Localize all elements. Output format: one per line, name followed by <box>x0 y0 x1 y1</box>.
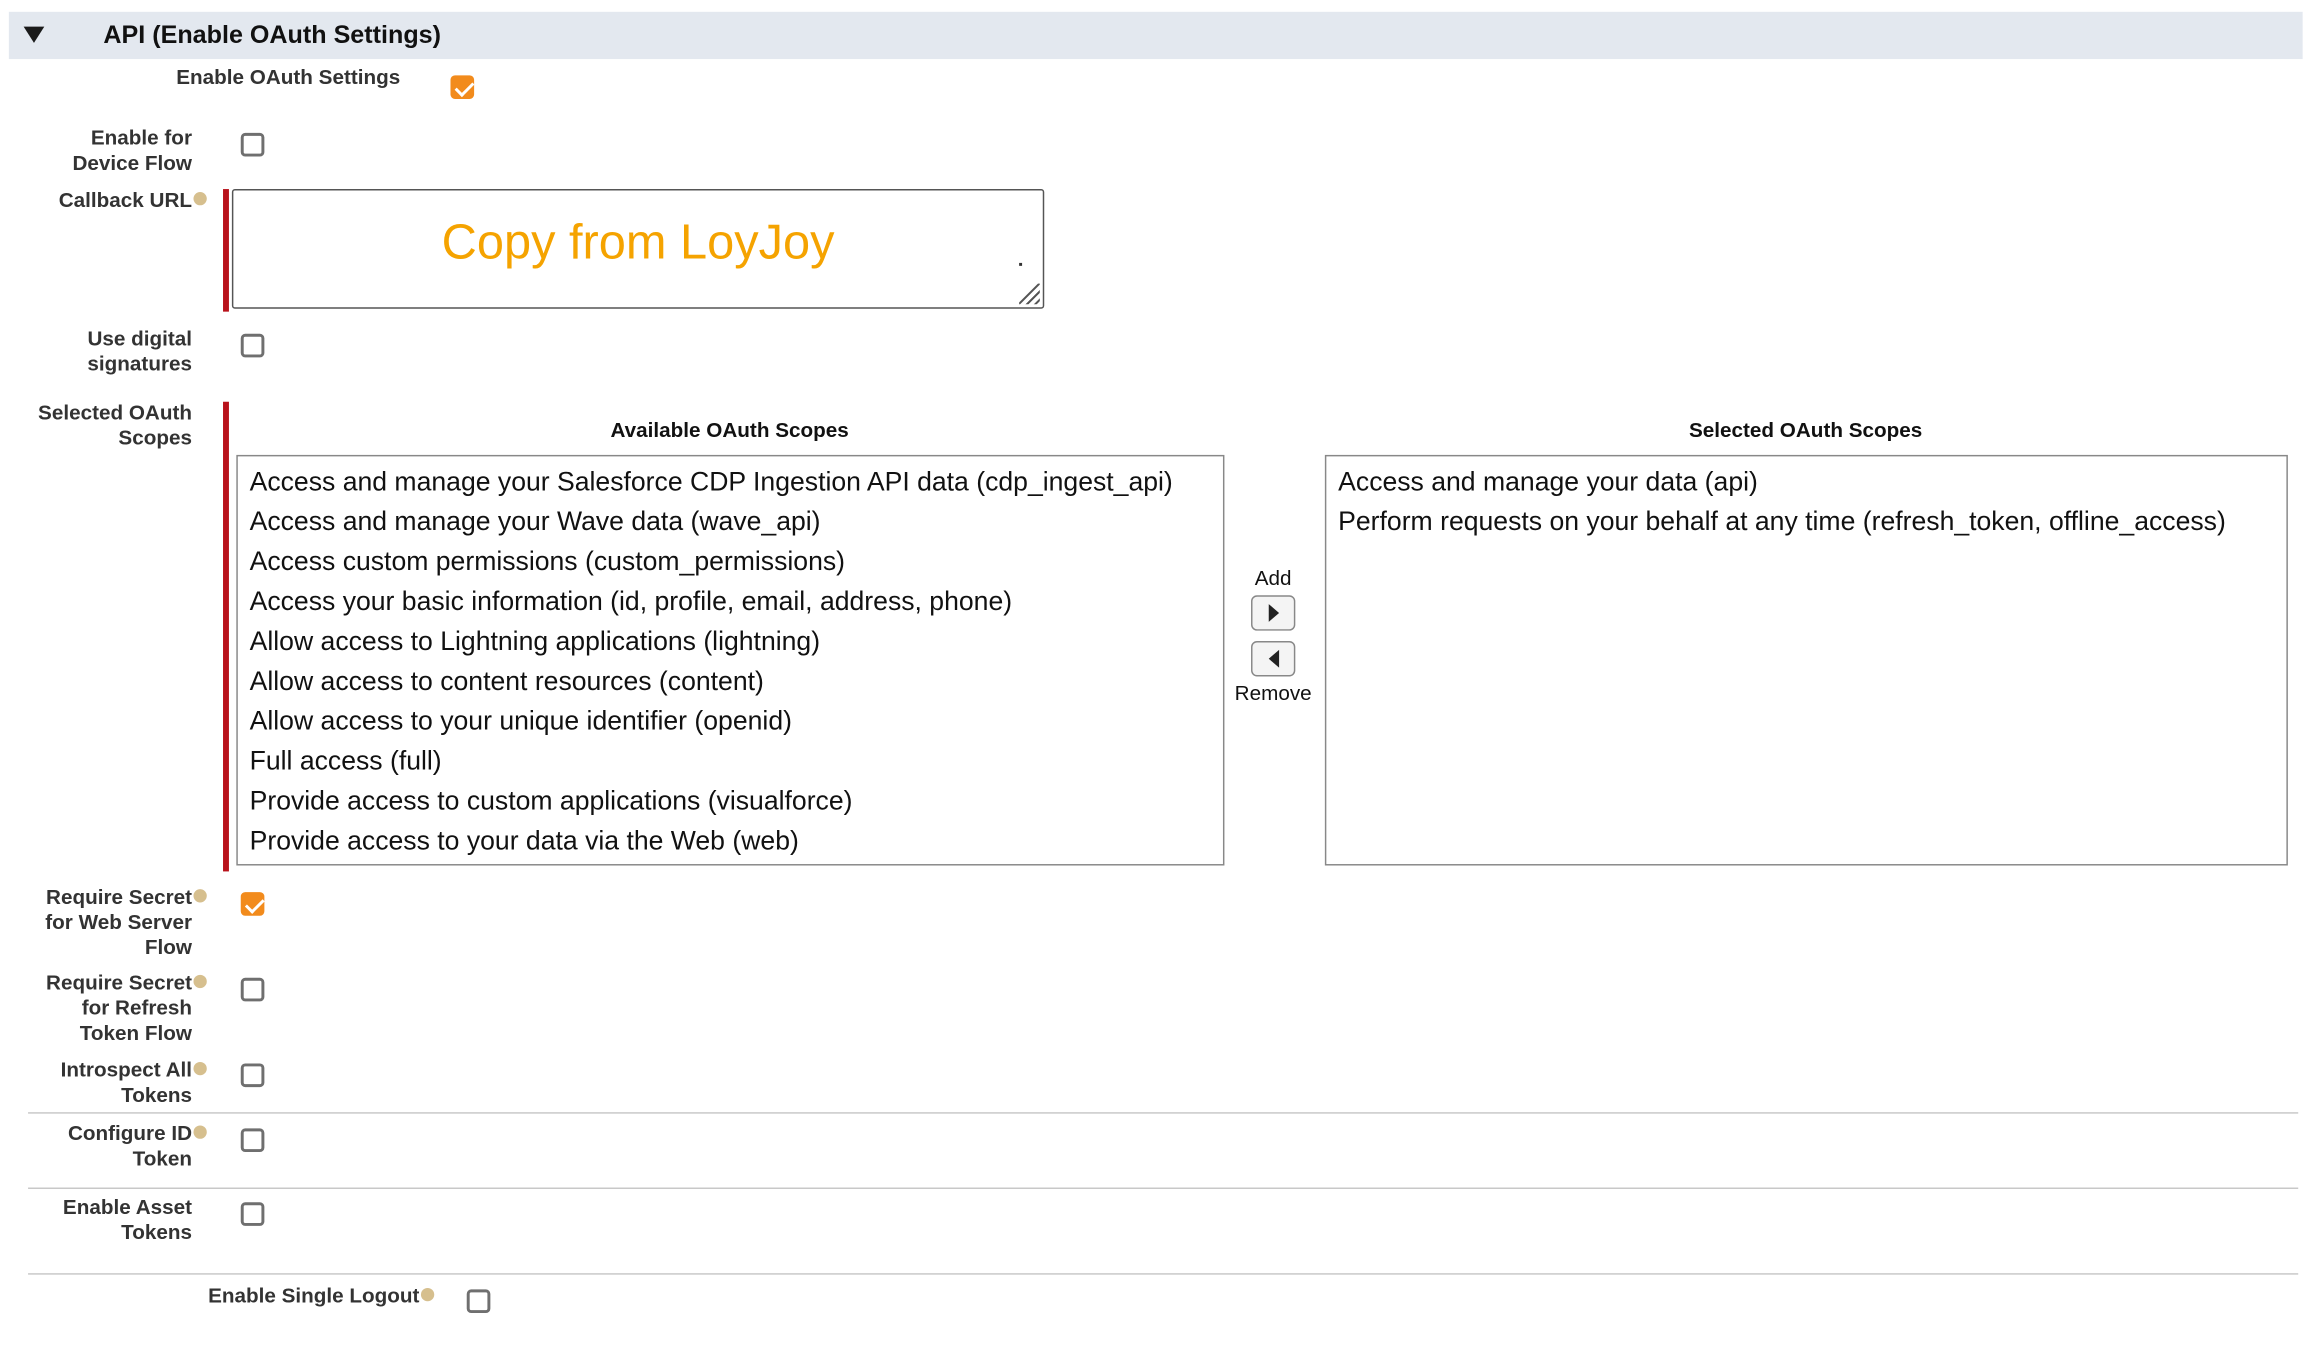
available-option[interactable]: Allow access to Lightning applications (… <box>238 622 1223 662</box>
enable-oauth-label: Enable OAuth Settings <box>176 64 401 89</box>
divider <box>28 1187 2299 1189</box>
remove-button[interactable] <box>1251 641 1296 677</box>
help-icon[interactable] <box>193 191 207 206</box>
secret-web-server-checkbox[interactable] <box>240 892 265 916</box>
available-scopes-title: Available OAuth Scopes <box>610 417 849 442</box>
digital-signatures-checkbox[interactable] <box>240 333 265 358</box>
help-icon[interactable] <box>420 1287 435 1301</box>
id-token-label: Configure ID Token <box>15 1121 207 1171</box>
available-option[interactable]: Provide access to your data via the Web … <box>238 821 1223 861</box>
asset-tokens-label: Enable Asset Tokens <box>62 1194 193 1244</box>
device-flow-checkbox[interactable] <box>240 132 265 157</box>
help-icon[interactable] <box>193 1125 207 1139</box>
available-option[interactable]: Access and manage your Wave data (wave_a… <box>238 502 1223 542</box>
device-flow-label: Enable for Device Flow <box>72 125 193 175</box>
selected-scopes-label: Selected OAuth Scopes <box>38 400 193 450</box>
divider <box>28 1273 2299 1275</box>
help-icon[interactable] <box>193 888 207 903</box>
id-token-checkbox[interactable] <box>240 1128 265 1153</box>
secret-refresh-label: Require Secret for Refresh Token Flow <box>15 970 207 1045</box>
available-option[interactable]: Allow access to your unique identifier (… <box>238 702 1223 742</box>
available-option[interactable]: Access and manage your Salesforce CDP In… <box>238 462 1223 502</box>
add-button[interactable] <box>1251 595 1296 631</box>
required-indicator <box>223 401 229 872</box>
textarea-dot <box>1019 262 1023 266</box>
available-option[interactable]: Full access (full) <box>238 741 1223 781</box>
callback-url-value: Copy from LoyJoy <box>441 214 835 269</box>
selected-scopes-listbox[interactable]: Access and manage your data (api) Perform… <box>1324 454 2288 866</box>
secret-web-server-label: Require Secret for Web Server Flow <box>15 885 207 960</box>
add-label: Add <box>1254 565 1292 590</box>
callback-url-textarea[interactable]: Copy from LoyJoy <box>231 189 1045 309</box>
selected-option[interactable]: Perform requests on your behalf at any t… <box>1326 502 2286 542</box>
help-icon[interactable] <box>193 1061 207 1075</box>
collapse-triangle-icon[interactable] <box>23 26 45 43</box>
introspect-label: Introspect All Tokens <box>15 1058 207 1108</box>
divider <box>28 1112 2299 1114</box>
introspect-checkbox[interactable] <box>240 1063 265 1088</box>
available-option[interactable]: Access your basic information (id, profi… <box>238 582 1223 622</box>
help-icon[interactable] <box>193 974 207 988</box>
arrow-right-icon <box>1268 604 1280 622</box>
selected-option[interactable]: Access and manage your data (api) <box>1326 462 2286 502</box>
digital-signatures-label: Use digital signatures <box>87 326 193 376</box>
available-option[interactable]: Allow access to content resources (conte… <box>238 662 1223 702</box>
remove-label: Remove <box>1234 680 1312 705</box>
selected-scopes-title: Selected OAuth Scopes <box>1688 417 1923 442</box>
section-header[interactable]: API (Enable OAuth Settings) <box>8 11 2303 60</box>
resize-grip-icon[interactable] <box>1019 283 1040 305</box>
required-indicator <box>223 189 229 312</box>
available-option[interactable]: Provide access to custom applications (v… <box>238 781 1223 821</box>
callback-url-label: Callback URL <box>15 188 207 213</box>
arrow-left-icon <box>1268 649 1280 668</box>
oauth-settings-page: API (Enable OAuth Settings) Enable OAuth… <box>0 0 2316 1341</box>
secret-refresh-checkbox[interactable] <box>240 977 265 1002</box>
asset-tokens-checkbox[interactable] <box>240 1202 265 1226</box>
enable-oauth-checkbox[interactable] <box>450 75 475 99</box>
available-scopes-listbox[interactable]: Access and manage your Salesforce CDP In… <box>236 454 1225 866</box>
single-logout-label: Enable Single Logout <box>89 1284 435 1309</box>
available-option[interactable]: Access custom permissions (custom_permis… <box>238 542 1223 582</box>
section-title: API (Enable OAuth Settings) <box>103 20 441 49</box>
single-logout-checkbox[interactable] <box>466 1289 491 1314</box>
